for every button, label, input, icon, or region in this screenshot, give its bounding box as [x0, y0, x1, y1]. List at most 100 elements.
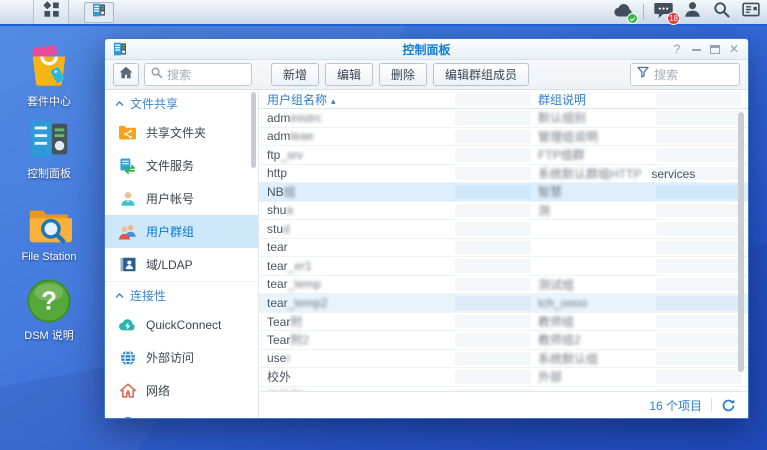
- control-panel-mini-icon: [91, 2, 107, 23]
- minimize-button[interactable]: [688, 42, 704, 56]
- group-table-body: administrc默认组别admteae管理组说明ftp_srvFTP组群ht…: [259, 109, 748, 391]
- group-name-text: tear: [267, 259, 288, 273]
- sidebar-item[interactable]: 域/LDAP: [105, 248, 258, 281]
- sidebar-nav: 文件共享共享文件夹文件服务用户帐号用户群组域/LDAP 连接性 QuickConne…: [105, 90, 258, 418]
- table-row[interactable]: 校外别: [259, 387, 748, 392]
- sidebar-item-label: QuickConnect: [146, 318, 221, 332]
- refresh-icon[interactable]: [721, 398, 736, 413]
- redaction-bar: [455, 241, 531, 255]
- search-icon: [712, 0, 731, 24]
- main-menu-button[interactable]: [33, 0, 69, 24]
- sidebar-item[interactable]: 外部访问: [105, 341, 258, 374]
- group-name-text: Tear: [267, 315, 290, 329]
- group-name-redacted-text: _temp: [288, 277, 321, 291]
- sidebar-section-header[interactable]: 文件共享: [105, 90, 258, 116]
- maximize-button[interactable]: [707, 42, 723, 56]
- group-name-cell: tear: [259, 240, 288, 254]
- item-count: 16 个项目: [649, 397, 702, 414]
- taskbar-app-control-panel[interactable]: [84, 2, 114, 23]
- window-toolbar: 新增编辑删除编辑群组成员: [105, 60, 748, 90]
- table-row[interactable]: tear: [259, 239, 748, 258]
- group-name-cell: Tear附2: [259, 331, 309, 348]
- table-row[interactable]: http系统默认群组HTTPservices: [259, 165, 748, 184]
- control-panel-icon: [26, 116, 72, 162]
- table-row[interactable]: NB组智慧: [259, 183, 748, 202]
- table-row[interactable]: shua测: [259, 202, 748, 221]
- sidebar-item-label: 用户群组: [146, 223, 194, 240]
- help-button[interactable]: ?: [669, 42, 685, 56]
- toolbar-button[interactable]: 编辑群组成员: [433, 63, 529, 86]
- group-name-text: adm: [267, 111, 290, 125]
- group-desc-cell: 测: [538, 202, 550, 219]
- table-row[interactable]: stud: [259, 220, 748, 239]
- sidebar-item[interactable]: 网络: [105, 374, 258, 407]
- redaction-bar: [455, 204, 531, 218]
- group-table: 用户组名称▴ 群组说明 administrc默认组别admteae管理组说明ft…: [259, 90, 748, 418]
- column-header-group-desc[interactable]: 群组说明: [538, 91, 586, 108]
- widgets-button[interactable]: [738, 0, 763, 24]
- table-row[interactable]: tear_temp2tch_oooo: [259, 294, 748, 313]
- group-desc-cell: 系统默认群组HTTPservices: [538, 165, 695, 182]
- dhcp-server-icon: [118, 415, 137, 419]
- redaction-bar: [656, 370, 742, 384]
- search-button[interactable]: [709, 0, 734, 24]
- table-row[interactable]: tear_er1: [259, 257, 748, 276]
- user-menu-button[interactable]: [680, 0, 705, 24]
- group-name-redacted-text: 组: [284, 185, 296, 199]
- table-row[interactable]: administrc默认组别: [259, 109, 748, 128]
- close-button[interactable]: ✕: [726, 42, 742, 56]
- group-name-cell: user: [259, 351, 290, 365]
- table-row[interactable]: Tear附教师组: [259, 313, 748, 332]
- sort-asc-icon: ▴: [331, 96, 336, 106]
- sidebar-section-header[interactable]: 连接性: [105, 282, 258, 308]
- maximize-icon: [710, 45, 720, 54]
- table-scrollbar[interactable]: [738, 112, 744, 372]
- sidebar-section-label: 连接性: [130, 287, 166, 304]
- desktop-shortcut[interactable]: ?DSM 说明: [13, 278, 85, 343]
- sidebar-item[interactable]: DHCP Server: [105, 407, 258, 418]
- table-row[interactable]: ftp_srvFTP组群: [259, 146, 748, 165]
- toolbar-button[interactable]: 删除: [379, 63, 427, 86]
- sidebar-item[interactable]: 用户群组: [105, 215, 258, 248]
- notifications-button[interactable]: 18: [651, 0, 676, 24]
- table-row[interactable]: tear_temp测试组: [259, 276, 748, 295]
- package-center-icon: [26, 44, 72, 90]
- home-button[interactable]: [113, 63, 139, 86]
- toolbar-button[interactable]: 新增: [271, 63, 319, 86]
- column-header-group-name[interactable]: 用户组名称▴: [259, 91, 336, 108]
- user-group-icon: [118, 223, 137, 241]
- redaction-bar: [656, 333, 742, 347]
- window-controls: ? ✕: [669, 42, 748, 56]
- group-desc-cell: FTP组群: [538, 146, 585, 163]
- group-name-redacted-text: teae: [290, 129, 313, 143]
- group-desc-redacted-text: 默认组别: [538, 111, 586, 125]
- sidebar-scrollbar[interactable]: [251, 92, 256, 168]
- group-name-cell: NB组: [259, 183, 296, 200]
- toolbar-button[interactable]: 编辑: [325, 63, 373, 86]
- sidebar-item[interactable]: 共享文件夹: [105, 116, 258, 149]
- table-row[interactable]: Tear附2 教师组2: [259, 331, 748, 350]
- table-row[interactable]: 校外外部: [259, 368, 748, 387]
- sidebar-search-input[interactable]: [167, 68, 246, 82]
- filter-input[interactable]: [654, 68, 734, 82]
- table-row[interactable]: user 系统默认组: [259, 350, 748, 369]
- desktop-shortcut[interactable]: 控制面板: [13, 116, 85, 181]
- desktop-shortcut-label: File Station: [21, 251, 76, 263]
- group-desc-redacted-text: 教师组2: [538, 333, 581, 347]
- group-name-text: shu: [267, 203, 286, 217]
- redaction-bar: [455, 296, 531, 310]
- window-app-icon: [112, 41, 128, 57]
- sidebar-item[interactable]: 用户帐号: [105, 182, 258, 215]
- sidebar-item[interactable]: QuickConnect: [105, 308, 258, 341]
- redaction-bar: [656, 222, 742, 236]
- group-desc-redacted-text: 系统默认组: [538, 352, 598, 366]
- table-row[interactable]: admteae管理组说明: [259, 128, 748, 147]
- sidebar-item[interactable]: 文件服务: [105, 149, 258, 182]
- desktop-shortcut[interactable]: File Station: [13, 202, 85, 263]
- sync-status-button[interactable]: [611, 0, 636, 24]
- window-titlebar[interactable]: 控制面板 ? ✕: [105, 39, 748, 60]
- group-name-text: NB: [267, 185, 284, 199]
- redaction-bar: [656, 148, 742, 162]
- desktop-shortcut[interactable]: 套件中心: [13, 44, 85, 109]
- group-name-redacted-text: d: [283, 222, 290, 236]
